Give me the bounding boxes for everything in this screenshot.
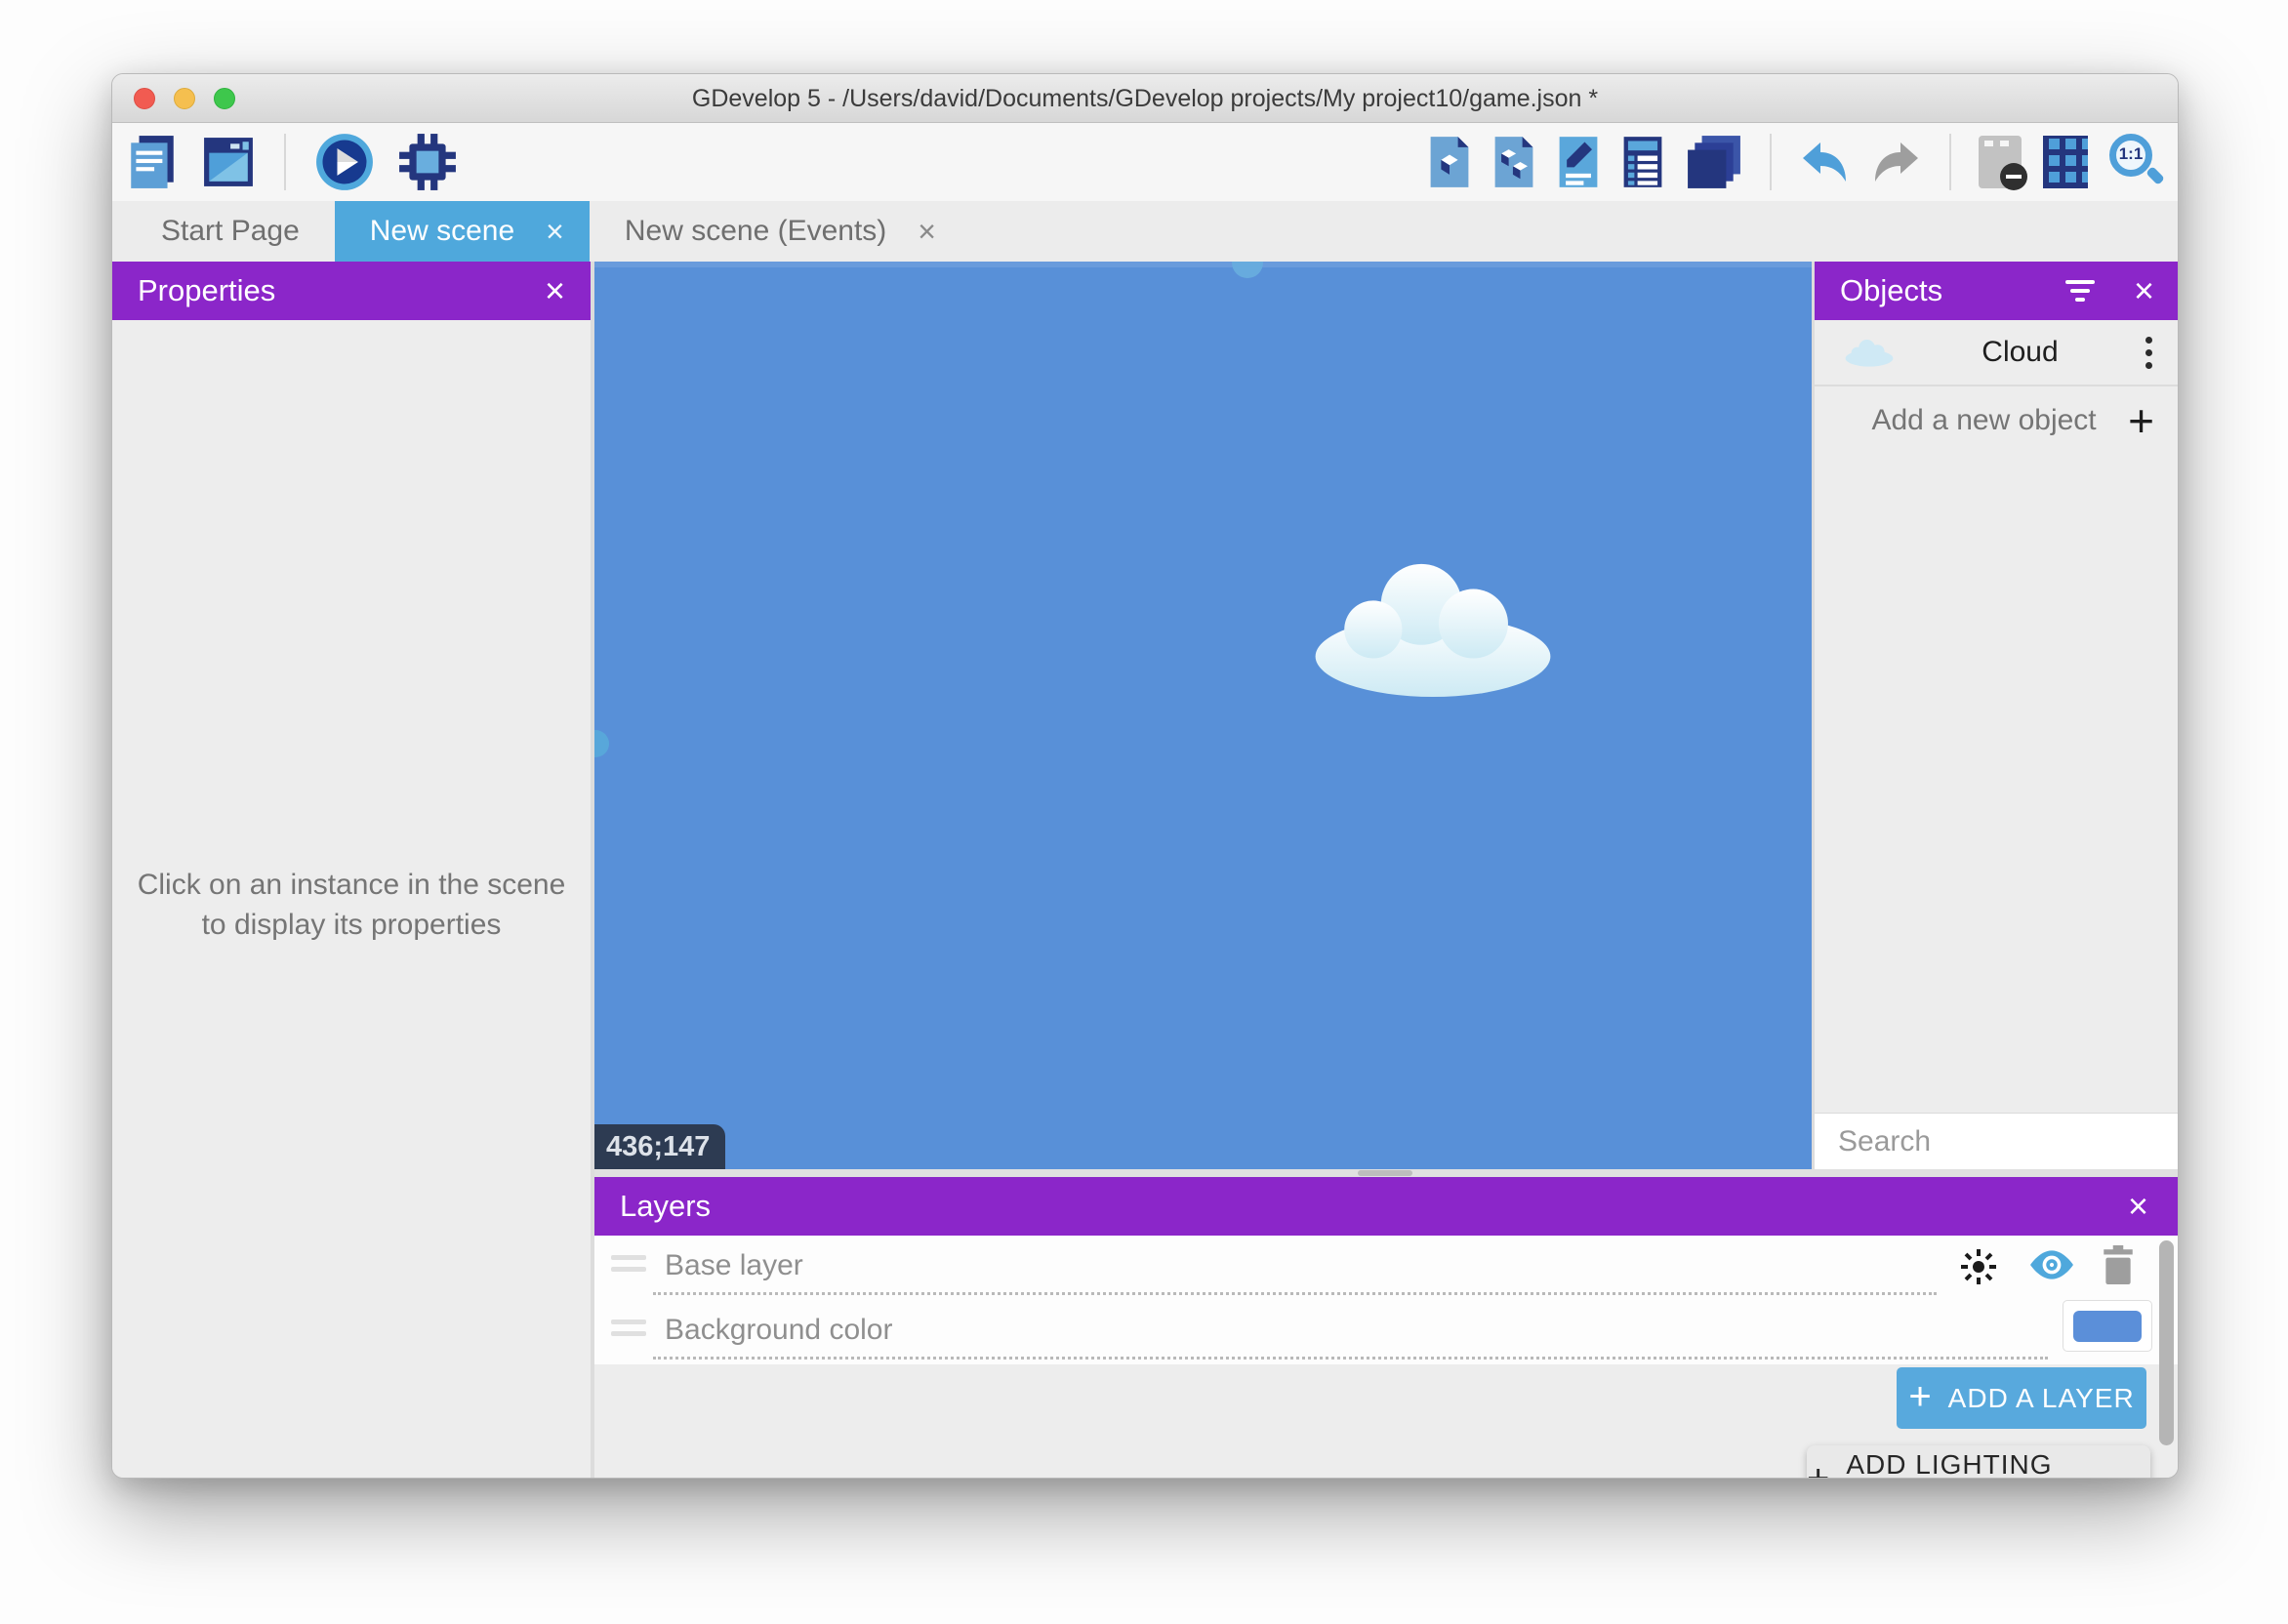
add-lighting-layer-button[interactable]: + ADD LIGHTING LAYER bbox=[1807, 1445, 2150, 1478]
close-panel-icon[interactable]: × bbox=[2128, 1189, 2148, 1224]
toolbar-divider bbox=[284, 134, 286, 190]
layer-row-base: Base layer bbox=[594, 1236, 2178, 1300]
field-underline bbox=[653, 1292, 1937, 1295]
tab-label: Start Page bbox=[161, 215, 300, 248]
properties-panel: Properties × Click on an instance in the… bbox=[112, 262, 591, 1478]
tab-label: New scene (Events) bbox=[625, 215, 886, 248]
open-objects-editor-icon[interactable] bbox=[1428, 135, 1471, 189]
drag-handle-icon[interactable] bbox=[611, 1320, 646, 1336]
add-layer-button[interactable]: + ADD A LAYER bbox=[1897, 1367, 2146, 1429]
toolbar-divider bbox=[1949, 134, 1951, 190]
toolbar-divider bbox=[1770, 134, 1772, 190]
toolbar-left-group bbox=[126, 123, 458, 201]
editor-content: Properties × Click on an instance in the… bbox=[112, 262, 2178, 1478]
undo-icon[interactable] bbox=[1799, 141, 1850, 183]
layer-name-field[interactable]: Background color bbox=[665, 1314, 892, 1347]
layers-header: Layers × bbox=[594, 1177, 2178, 1236]
open-object-groups-icon[interactable] bbox=[1492, 135, 1535, 189]
tab-new-scene-events[interactable]: New scene (Events) × bbox=[590, 201, 971, 262]
tab-new-scene[interactable]: New scene × bbox=[335, 201, 590, 262]
layers-panel: Layers × Base layer bbox=[594, 1177, 2178, 1478]
color-swatch bbox=[2073, 1311, 2142, 1342]
window-title: GDevelop 5 - /Users/david/Documents/GDev… bbox=[112, 74, 2178, 123]
visibility-eye-icon[interactable] bbox=[2029, 1249, 2074, 1285]
search-input[interactable] bbox=[1815, 1125, 2179, 1158]
properties-header: Properties × bbox=[112, 262, 591, 320]
horizontal-scroll-thumb[interactable] bbox=[1358, 1170, 1412, 1176]
minus-icon bbox=[2006, 175, 2022, 179]
add-new-object-button[interactable]: Add a new object + bbox=[1815, 388, 2179, 453]
kebab-menu-icon[interactable] bbox=[2145, 337, 2152, 369]
layer-name-field[interactable]: Base layer bbox=[665, 1249, 803, 1282]
cloud-thumbnail bbox=[1844, 338, 1895, 367]
panel-title: Properties bbox=[138, 273, 275, 308]
lighting-sun-icon[interactable] bbox=[1959, 1247, 1998, 1291]
add-layer-label: ADD A LAYER bbox=[1948, 1383, 2135, 1414]
titlebar: GDevelop 5 - /Users/david/Documents/GDev… bbox=[112, 74, 2178, 123]
zoom-ratio-label: 1:1 bbox=[2115, 144, 2146, 164]
add-lighting-layer-label: ADD LIGHTING LAYER bbox=[1846, 1449, 2150, 1478]
close-panel-icon[interactable]: × bbox=[2134, 273, 2154, 308]
drag-handle-icon[interactable] bbox=[611, 1255, 646, 1272]
field-underline bbox=[653, 1357, 2048, 1360]
close-tab-icon[interactable]: × bbox=[918, 214, 936, 250]
gdevelop-window: GDevelop 5 - /Users/david/Documents/GDev… bbox=[111, 73, 2179, 1479]
horizontal-scrollbar[interactable] bbox=[594, 1169, 2178, 1177]
plus-icon: + bbox=[1908, 1377, 1932, 1416]
debug-icon[interactable] bbox=[397, 132, 458, 192]
cursor-coordinates-badge: 436;147 bbox=[594, 1124, 725, 1169]
close-panel-icon[interactable]: × bbox=[545, 273, 565, 308]
add-object-label: Add a new object bbox=[1815, 404, 2128, 437]
open-properties-icon[interactable] bbox=[1557, 135, 1600, 189]
open-layers-editor-icon[interactable] bbox=[1686, 134, 1742, 190]
open-instances-list-icon[interactable] bbox=[1621, 135, 1664, 189]
objects-search bbox=[1815, 1113, 2179, 1169]
scene-editor-icon[interactable] bbox=[202, 136, 255, 188]
preview-play-icon[interactable] bbox=[315, 133, 374, 191]
project-manager-icon[interactable] bbox=[126, 134, 179, 190]
objects-panel: Objects × Cloud bbox=[1815, 262, 2179, 1169]
object-name: Cloud bbox=[1895, 336, 2145, 369]
vertical-scrollbar-thumb[interactable] bbox=[2159, 1240, 2174, 1445]
zoom-1-1-icon[interactable]: 1:1 bbox=[2109, 134, 2166, 190]
close-tab-icon[interactable]: × bbox=[546, 214, 564, 250]
tab-label: New scene bbox=[370, 215, 514, 248]
tab-start-page[interactable]: Start Page bbox=[126, 201, 335, 262]
grid-icon[interactable] bbox=[2043, 136, 2088, 188]
scroll-indicator-top bbox=[1232, 262, 1263, 278]
editor-tabbar: Start Page New scene × New scene (Events… bbox=[112, 201, 2178, 262]
magnifier-handle bbox=[2145, 166, 2165, 185]
toggle-mask-icon[interactable] bbox=[1979, 136, 2022, 188]
canvas-top-highlight bbox=[594, 262, 1812, 267]
delete-layer-trash-icon[interactable] bbox=[2102, 1245, 2135, 1289]
background-color-picker[interactable] bbox=[2063, 1300, 2152, 1352]
layer-row-background-color: Background color bbox=[594, 1300, 2178, 1364]
redo-icon[interactable] bbox=[1871, 141, 1922, 183]
object-list-item-cloud[interactable]: Cloud bbox=[1815, 320, 2179, 386]
scroll-indicator-left bbox=[594, 730, 609, 757]
plus-icon: + bbox=[2128, 398, 2154, 443]
objects-header: Objects × bbox=[1815, 262, 2179, 320]
desktop: GDevelop 5 - /Users/david/Documents/GDev… bbox=[0, 0, 2288, 1624]
plus-icon: + bbox=[1807, 1459, 1830, 1478]
scene-canvas[interactable]: 436;147 bbox=[594, 262, 1812, 1169]
filter-icon[interactable] bbox=[2065, 280, 2095, 302]
cloud-instance[interactable] bbox=[1307, 554, 1559, 699]
main-toolbar: 1:1 bbox=[112, 123, 2178, 201]
panel-title: Objects bbox=[1840, 273, 1942, 308]
properties-empty-message: Click on an instance in the scene to dis… bbox=[132, 865, 571, 945]
toolbar-right-group: 1:1 bbox=[1428, 123, 2166, 201]
panel-title: Layers bbox=[620, 1189, 711, 1224]
